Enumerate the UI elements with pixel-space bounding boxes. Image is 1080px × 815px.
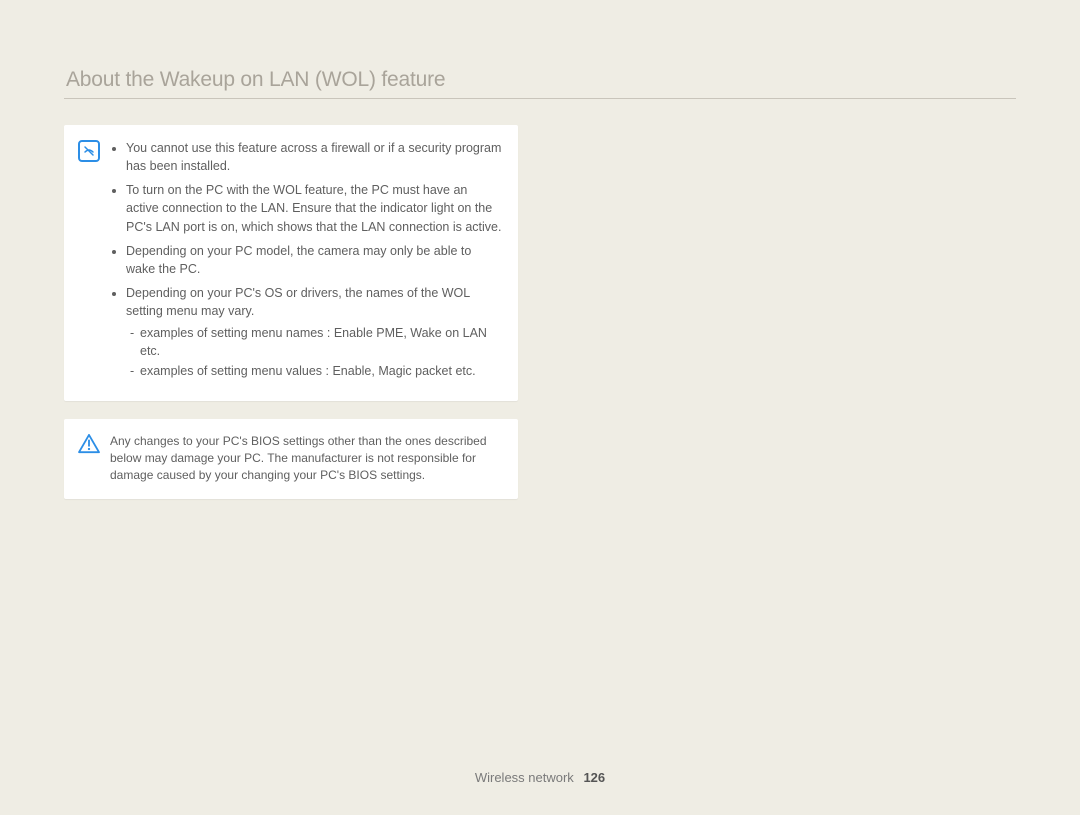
info-sub-bullet-list: examples of setting menu names : Enable … [126, 324, 502, 380]
footer-page-number: 126 [583, 770, 605, 785]
page-title: About the Wakeup on LAN (WOL) feature [66, 68, 1016, 92]
title-divider [64, 98, 1016, 99]
info-sub-bullet: examples of setting menu values : Enable… [130, 362, 502, 380]
info-bullet: You cannot use this feature across a fir… [126, 139, 502, 175]
info-note-box: You cannot use this feature across a fir… [64, 125, 518, 401]
page-footer: Wireless network 126 [0, 770, 1080, 785]
info-bullet: Depending on your PC model, the camera m… [126, 242, 502, 278]
warning-icon [78, 434, 100, 454]
info-sub-bullet: examples of setting menu names : Enable … [130, 324, 502, 360]
info-icon-slot [78, 139, 100, 162]
info-bullet: To turn on the PC with the WOL feature, … [126, 181, 502, 235]
info-note-body: You cannot use this feature across a fir… [110, 139, 502, 387]
note-icon [78, 140, 100, 162]
warning-note-box: Any changes to your PC's BIOS settings o… [64, 419, 518, 499]
info-bullet: Depending on your PC's OS or drivers, th… [126, 284, 502, 381]
warning-icon-slot [78, 433, 100, 454]
footer-section: Wireless network [475, 770, 574, 785]
warning-note-body: Any changes to your PC's BIOS settings o… [110, 433, 502, 485]
document-page: About the Wakeup on LAN (WOL) feature Yo… [0, 0, 1080, 815]
info-bullet-text: Depending on your PC's OS or drivers, th… [126, 286, 470, 318]
left-column: You cannot use this feature across a fir… [64, 125, 518, 499]
info-bullet-list: You cannot use this feature across a fir… [110, 139, 502, 381]
